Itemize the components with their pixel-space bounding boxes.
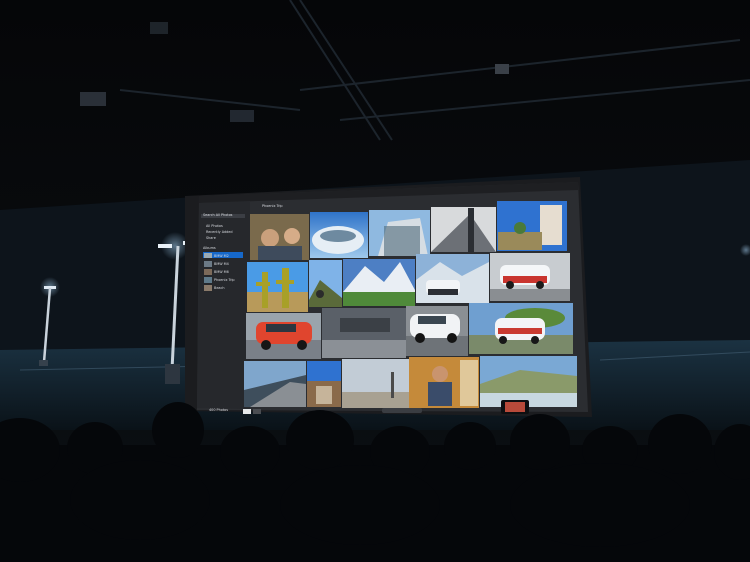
sidebar-item-all-photos[interactable]: All Photos xyxy=(206,224,223,228)
photo-thumbnail xyxy=(431,207,496,252)
search-input[interactable]: Search All Photos xyxy=(203,213,232,217)
photo-thumbnail xyxy=(469,303,573,354)
album-bmw-m4[interactable]: BMW M4 xyxy=(214,262,229,266)
photo-thumbnail xyxy=(244,361,306,407)
photo-thumbnail xyxy=(309,260,342,307)
photo-thumbnail xyxy=(490,253,570,301)
photo-thumbnail xyxy=(342,359,409,408)
sidebar-item-share[interactable]: Share xyxy=(206,236,216,240)
photo-thumbnail xyxy=(406,306,468,356)
photo-thumbnail xyxy=(247,262,308,312)
keynote-stage-scene xyxy=(0,0,750,562)
album-bmw-m2[interactable]: BMW M2 xyxy=(214,254,229,258)
photo-thumbnail xyxy=(480,356,577,407)
photo-thumbnail xyxy=(343,259,415,306)
photo-thumbnail xyxy=(250,214,309,260)
album-phoenix-trip[interactable]: Phoenix Trip xyxy=(214,278,235,282)
photo-thumbnail xyxy=(497,201,567,251)
sidebar-item-recently-added[interactable]: Recently Added xyxy=(206,230,233,234)
photo-count: 400 Photos xyxy=(209,408,228,412)
album-title: Phoenix Trip xyxy=(262,204,283,208)
photo-thumbnail xyxy=(369,210,430,256)
photo-thumbnail xyxy=(416,254,489,303)
photo-thumbnail xyxy=(322,308,406,358)
album-bmw-m6[interactable]: BMW M6 xyxy=(214,270,229,274)
photo-thumbnail xyxy=(409,357,479,408)
photo-thumbnail xyxy=(307,361,341,407)
photo-thumbnail xyxy=(310,212,368,258)
albums-section-label: Albums xyxy=(203,246,216,250)
photo-thumbnail xyxy=(246,313,321,359)
album-beach[interactable]: Beach xyxy=(214,286,225,290)
photo-grid xyxy=(244,201,577,408)
